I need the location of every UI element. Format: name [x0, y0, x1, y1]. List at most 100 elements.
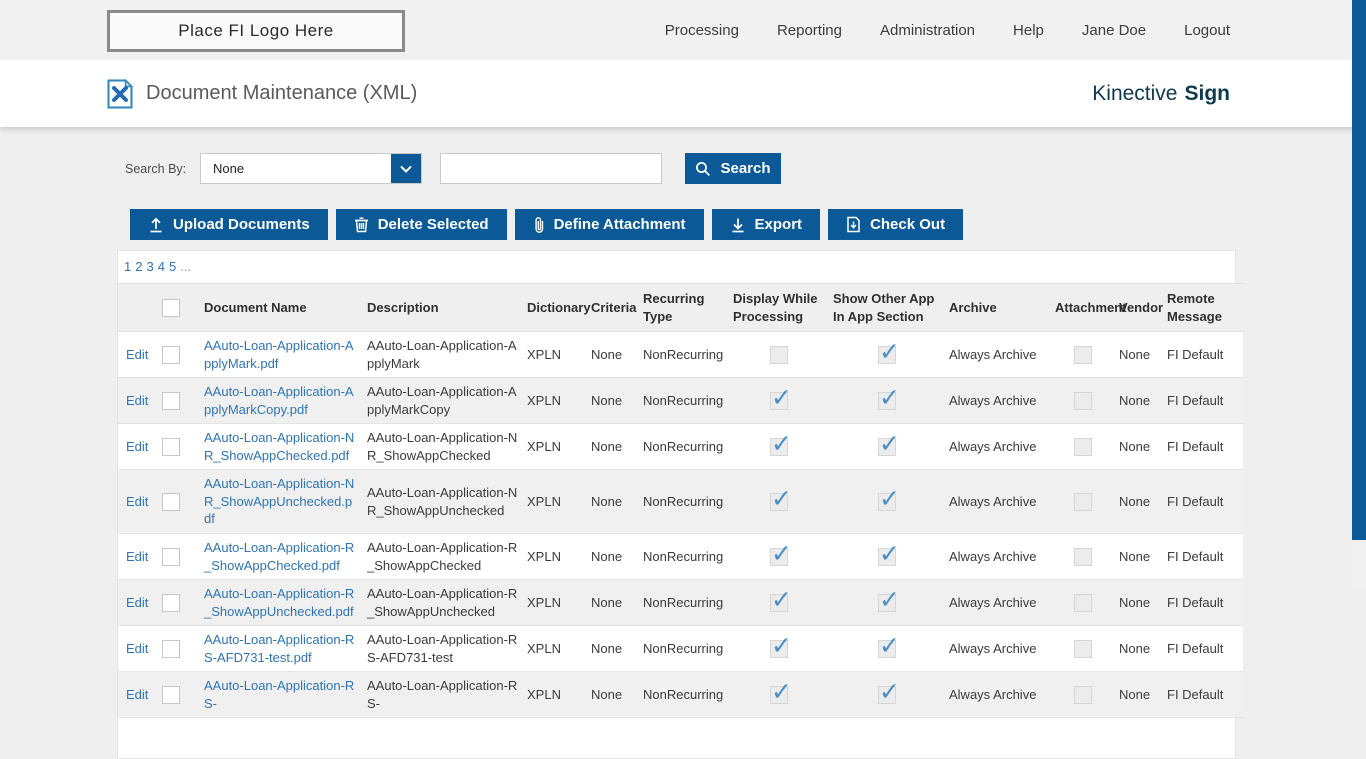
recurring-type-cell: NonRecurring [639, 331, 729, 379]
document-name-link[interactable]: AAuto-Loan-Application-R_ShowAppUnchecke… [204, 586, 354, 619]
description-cell: AAuto-Loan-Application-RS-AFD731-test [363, 625, 523, 673]
archive-cell: Always Archive [945, 671, 1051, 719]
edit-link[interactable]: Edit [126, 439, 148, 454]
table-row: Edit ✓ AAuto-Loan-Application-NR_ShowApp… [118, 423, 1243, 471]
remote-message-cell: FI Default [1163, 533, 1243, 581]
archive-cell: Always Archive [945, 625, 1051, 673]
dictionary-cell: XPLN [523, 625, 587, 673]
nav-reporting[interactable]: Reporting [777, 22, 842, 39]
edit-link[interactable]: Edit [126, 687, 148, 702]
criteria-cell: None [587, 625, 639, 673]
nav-logout[interactable]: Logout [1184, 22, 1230, 39]
row-select-checkbox[interactable]: ✓ [162, 392, 180, 411]
criteria-cell: None [587, 533, 639, 581]
header-show-other-app: Show Other App In App Section [829, 282, 945, 333]
vendor-cell: None [1115, 331, 1163, 379]
scrollbar-thumb[interactable] [1352, 0, 1366, 540]
page-link-5[interactable]: 5 [169, 259, 176, 274]
fi-logo-placeholder: Place FI Logo Here [107, 10, 405, 52]
search-by-select[interactable]: None [200, 153, 422, 184]
description-cell: AAuto-Loan-Application-ApplyMark [363, 331, 523, 379]
document-name-link[interactable]: AAuto-Loan-Application-RS-AFD731-test.pd… [204, 632, 354, 665]
archive-cell: Always Archive [945, 469, 1051, 535]
document-name-link[interactable]: AAuto-Loan-Application-R_ShowAppChecked.… [204, 540, 354, 573]
chevron-down-icon[interactable] [391, 154, 421, 183]
nav-user[interactable]: Jane Doe [1082, 22, 1146, 39]
header-document-name: Document Name [200, 282, 363, 333]
edit-link[interactable]: Edit [126, 549, 148, 564]
row-select-checkbox[interactable]: ✓ [162, 640, 180, 659]
vendor-cell: None [1115, 579, 1163, 627]
recurring-type-cell: NonRecurring [639, 671, 729, 719]
edit-link[interactable]: Edit [126, 494, 148, 509]
criteria-cell: None [587, 671, 639, 719]
nav-processing[interactable]: Processing [665, 22, 739, 39]
export-button[interactable]: Export [711, 209, 821, 240]
row-select-checkbox[interactable]: ✓ [162, 547, 180, 566]
row-select-checkbox[interactable]: ✓ [162, 438, 180, 457]
description-cell: AAuto-Loan-Application-NR_ShowAppUncheck… [363, 469, 523, 535]
attachment-checkbox: ✓ [1074, 392, 1092, 411]
vendor-cell: None [1115, 423, 1163, 471]
header-select-all: ✓ [158, 282, 200, 333]
edit-link[interactable]: Edit [126, 393, 148, 408]
header-description: Description [363, 282, 523, 333]
dictionary-cell: XPLN [523, 331, 587, 379]
edit-link[interactable]: Edit [126, 347, 148, 362]
vendor-cell: None [1115, 469, 1163, 535]
criteria-cell: None [587, 469, 639, 535]
page-link-3[interactable]: 3 [146, 259, 153, 274]
row-select-checkbox[interactable]: ✓ [162, 345, 180, 364]
remote-message-cell: FI Default [1163, 671, 1243, 719]
select-all-checkbox[interactable]: ✓ [162, 298, 180, 317]
row-select-checkbox[interactable]: ✓ [162, 686, 180, 705]
document-name-link[interactable]: AAuto-Loan-Application-NR_ShowAppChecked… [204, 430, 354, 463]
page-link-4[interactable]: 4 [158, 259, 165, 274]
define-attachment-button[interactable]: Define Attachment [514, 209, 704, 240]
dictionary-cell: XPLN [523, 377, 587, 425]
search-input[interactable] [440, 153, 662, 184]
page-link-1[interactable]: 1 [124, 259, 131, 274]
fi-logo-text: Place FI Logo Here [178, 21, 334, 40]
check-out-button[interactable]: Check Out [828, 209, 964, 240]
search-row: Search By: None Search [125, 153, 781, 184]
xml-document-icon [107, 78, 133, 109]
header-attachment: Attachment [1051, 282, 1127, 333]
document-name-link[interactable]: AAuto-Loan-Application-RS- [204, 678, 354, 711]
remote-message-cell: FI Default [1163, 469, 1243, 535]
search-by-selected-value: None [213, 161, 245, 176]
dictionary-cell: XPLN [523, 533, 587, 581]
edit-link[interactable]: Edit [126, 595, 148, 610]
table-row: Edit ✓ AAuto-Loan-Application-R_ShowAppU… [118, 579, 1243, 627]
show-other-app-checkbox: ✓ [878, 430, 900, 459]
vendor-cell: None [1115, 533, 1163, 581]
criteria-cell: None [587, 331, 639, 379]
display-while-processing-checkbox: ✓ [770, 484, 792, 513]
remote-message-cell: FI Default [1163, 423, 1243, 471]
archive-cell: Always Archive [945, 331, 1051, 379]
delete-selected-label: Delete Selected [377, 216, 489, 233]
row-select-checkbox[interactable]: ✓ [162, 593, 180, 612]
vertical-scrollbar[interactable] [1352, 0, 1366, 589]
remote-message-cell: FI Default [1163, 331, 1243, 379]
document-name-link[interactable]: AAuto-Loan-Application-ApplyMarkCopy.pdf [204, 384, 354, 417]
pagination-ellipsis: ... [180, 259, 192, 274]
document-name-link[interactable]: AAuto-Loan-Application-ApplyMark.pdf [204, 338, 354, 371]
page-link-2[interactable]: 2 [135, 259, 142, 274]
check-out-label: Check Out [870, 216, 946, 233]
row-select-checkbox[interactable]: ✓ [162, 492, 180, 511]
document-name-link[interactable]: AAuto-Loan-Application-NR_ShowAppUncheck… [204, 476, 354, 526]
search-button[interactable]: Search [685, 153, 781, 184]
trash-icon [354, 216, 369, 233]
brand-name: Kinective [1092, 81, 1178, 105]
header-criteria: Criteria [587, 282, 639, 333]
upload-documents-button[interactable]: Upload Documents [130, 209, 328, 240]
nav-help[interactable]: Help [1013, 22, 1044, 39]
description-cell: AAuto-Loan-Application-NR_ShowAppChecked [363, 423, 523, 471]
nav-administration[interactable]: Administration [880, 22, 975, 39]
kinective-sign-logo: Kinective Sign [1092, 60, 1230, 127]
delete-selected-button[interactable]: Delete Selected [335, 209, 507, 240]
display-while-processing-checkbox: ✓ [770, 585, 792, 614]
attachment-checkbox: ✓ [1074, 593, 1092, 612]
edit-link[interactable]: Edit [126, 641, 148, 656]
